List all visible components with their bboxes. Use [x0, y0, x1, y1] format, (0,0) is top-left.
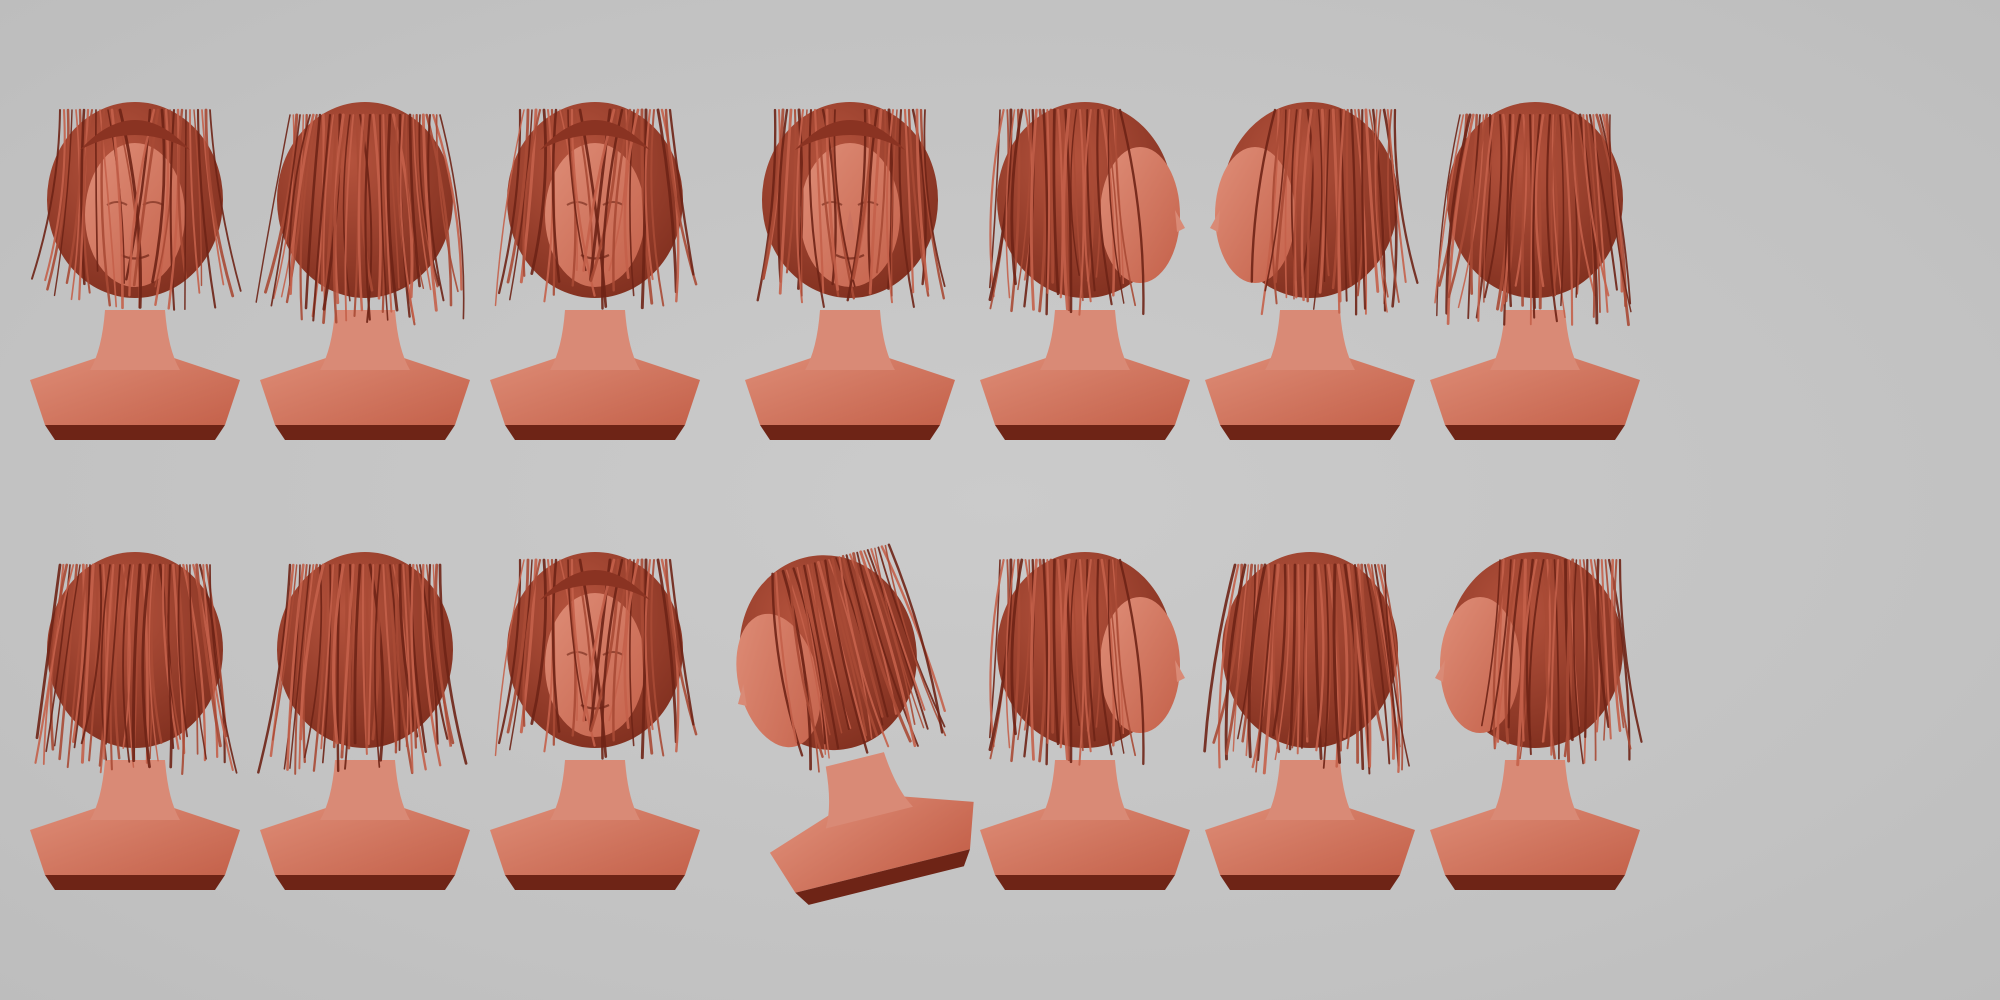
bust-back-right-1-7: [1410, 80, 1660, 500]
bust-front-1-4: [725, 80, 975, 500]
bust-svg: [30, 552, 240, 890]
bust-svg: [980, 102, 1190, 440]
bust-front-1-3: [470, 80, 720, 500]
bust-row-bottom: [0, 530, 2000, 970]
bust-right-2-5: [960, 530, 1210, 950]
bust-svg: [1430, 102, 1640, 440]
bust-neck: [90, 760, 180, 820]
bust-svg: [30, 102, 242, 440]
bust-svg: [1203, 552, 1415, 890]
bust-front-1-1: [10, 80, 260, 500]
bust-neck: [1490, 760, 1580, 820]
bust-neck: [1265, 760, 1355, 820]
bust-svg: [255, 102, 470, 440]
bust-svg: [490, 552, 700, 890]
bust-svg: [490, 102, 700, 440]
bust-back-2-2: [240, 530, 490, 950]
bust-neck: [550, 760, 640, 820]
bust-right-1-5: [960, 80, 1210, 500]
bust-svg: [736, 543, 974, 905]
bust-svg: [980, 552, 1190, 890]
bust-neck: [550, 310, 640, 370]
bust-neck: [1040, 310, 1130, 370]
bust-svg: [1205, 102, 1419, 440]
bust-svg: [1430, 552, 1643, 890]
bust-front-down-2-3: [470, 530, 720, 950]
bust-neck: [805, 310, 895, 370]
bust-back-right-2-6: [1185, 530, 1435, 950]
bust-left-2-7: [1410, 530, 1660, 950]
sculpt-render-sheet: [0, 0, 2000, 1000]
bust-neck: [90, 310, 180, 370]
bust-neck: [1265, 310, 1355, 370]
bust-back-left-2-1: [10, 530, 260, 950]
bust-svg: [257, 552, 470, 890]
bust-left-3q-1-6: [1185, 80, 1435, 500]
bust-left-down-2-4: [725, 530, 975, 950]
bust-svg: [745, 102, 955, 440]
bust-neck: [320, 310, 410, 370]
bust-neck: [1040, 760, 1130, 820]
bust-back-left-1-2: [240, 80, 490, 500]
bust-row-top: [0, 80, 2000, 520]
bust-neck: [320, 760, 410, 820]
